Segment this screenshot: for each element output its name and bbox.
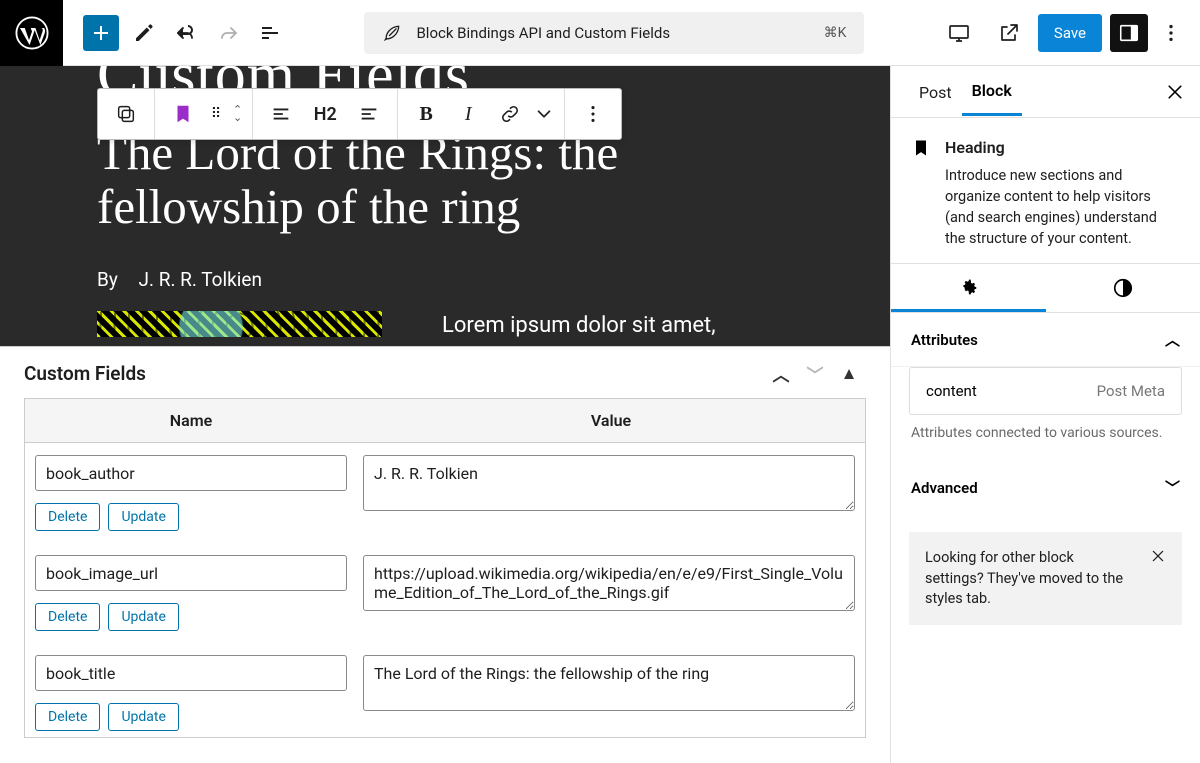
panel-collapse[interactable]: ▲ [832, 364, 866, 384]
feather-icon [382, 23, 402, 43]
redo-button[interactable] [207, 12, 249, 54]
open-external-button[interactable] [988, 12, 1030, 54]
align-button[interactable] [261, 90, 301, 138]
bold-button[interactable]: B [406, 90, 446, 138]
attribute-binding-row[interactable]: content Post Meta [909, 367, 1182, 415]
document-outline-button[interactable] [249, 12, 291, 54]
field-value-input[interactable] [363, 455, 855, 511]
wordpress-logo[interactable] [0, 0, 63, 66]
editor-top-bar: Block Bindings API and Custom Fields ⌘K … [0, 0, 1200, 66]
block-toolbar: ⠿ ⌃⌄ H2 B I [97, 88, 622, 140]
block-type-icon[interactable] [163, 90, 203, 138]
gear-icon [957, 276, 979, 298]
block-type-description: Introduce new sections and organize cont… [945, 167, 1157, 247]
update-button[interactable]: Update [108, 603, 178, 631]
field-name-input[interactable] [35, 455, 347, 491]
more-options-button[interactable] [1156, 14, 1186, 52]
settings-tab[interactable] [891, 264, 1046, 312]
update-button[interactable]: Update [108, 703, 178, 731]
chevron-down-icon: ﹀ [1165, 477, 1180, 498]
paragraph-block[interactable]: Lorem ipsum dolor sit amet, [442, 311, 793, 338]
panel-move-down[interactable]: ﹀ [798, 361, 832, 386]
field-value-input[interactable] [363, 655, 855, 711]
panel-move-up[interactable]: ︿ [764, 361, 798, 386]
field-value-input[interactable] [363, 555, 855, 611]
by-label: By [97, 268, 118, 291]
edit-mode-button[interactable] [123, 12, 165, 54]
advanced-section-header[interactable]: Advanced ﹀ [891, 461, 1200, 514]
styles-tip: Looking for other block settings? They'v… [909, 532, 1182, 625]
update-button[interactable]: Update [108, 503, 178, 531]
delete-button[interactable]: Delete [35, 503, 100, 531]
drag-handle[interactable]: ⠿ [205, 90, 229, 138]
col-header-name: Name [25, 399, 357, 442]
attributes-section-header[interactable]: Attributes ︿ [891, 313, 1200, 367]
tip-text: Looking for other block settings? They'v… [925, 548, 1136, 609]
attribute-source: Post Meta [1097, 382, 1165, 400]
heading-block[interactable]: The Lord of the Rings: the fellowship of… [97, 126, 793, 234]
delete-button[interactable]: Delete [35, 703, 100, 731]
tab-post[interactable]: Post [909, 69, 962, 115]
link-button[interactable] [490, 90, 530, 138]
custom-field-row: Delete Update [25, 637, 865, 737]
custom-field-row: Delete Update [25, 537, 865, 637]
dismiss-tip-button[interactable] [1150, 548, 1166, 609]
custom-fields-panel: Custom Fields ︿ ﹀ ▲ Name Value Delete Up [0, 346, 890, 763]
field-name-input[interactable] [35, 655, 347, 691]
undo-button[interactable] [165, 12, 207, 54]
add-block-button[interactable] [83, 15, 119, 51]
block-more-button[interactable] [573, 90, 613, 138]
styles-tab[interactable] [1046, 264, 1200, 312]
heading-level-button[interactable]: H2 [303, 90, 347, 138]
document-title-bar[interactable]: Block Bindings API and Custom Fields ⌘K [364, 12, 864, 54]
delete-button[interactable]: Delete [35, 603, 100, 631]
attribute-key: content [926, 382, 977, 400]
tab-block[interactable]: Block [962, 67, 1022, 116]
text-align-button[interactable] [349, 90, 389, 138]
save-button[interactable]: Save [1038, 14, 1102, 52]
italic-button[interactable]: I [448, 90, 488, 138]
custom-fields-table: Name Value Delete Update [24, 398, 866, 738]
close-sidebar-button[interactable] [1158, 75, 1192, 109]
editor-canvas[interactable]: ⠿ ⌃⌄ H2 B I [0, 66, 890, 346]
heading-block-icon [911, 136, 931, 249]
document-title: Block Bindings API and Custom Fields [416, 24, 670, 42]
custom-fields-title: Custom Fields [24, 362, 146, 385]
byline[interactable]: By J. R. R. Tolkien [97, 268, 793, 291]
view-desktop-button[interactable] [938, 12, 980, 54]
attributes-note: Attributes connected to various sources. [891, 425, 1200, 461]
author-name: J. R. R. Tolkien [139, 268, 262, 291]
block-type-name: Heading [945, 136, 1180, 159]
settings-sidebar: Post Block Heading Introduce new section… [890, 66, 1200, 763]
more-format-button[interactable] [532, 90, 556, 138]
block-parent-button[interactable] [106, 90, 146, 138]
custom-field-row: Delete Update [25, 443, 865, 537]
field-name-input[interactable] [35, 555, 347, 591]
col-header-value: Value [357, 399, 865, 442]
styles-icon [1112, 277, 1134, 299]
command-shortcut: ⌘K [824, 25, 847, 41]
chevron-up-icon: ︿ [1165, 329, 1180, 350]
cover-image[interactable] [97, 311, 382, 337]
move-up-down[interactable]: ⌃⌄ [231, 106, 244, 122]
settings-panel-toggle[interactable] [1110, 14, 1148, 52]
